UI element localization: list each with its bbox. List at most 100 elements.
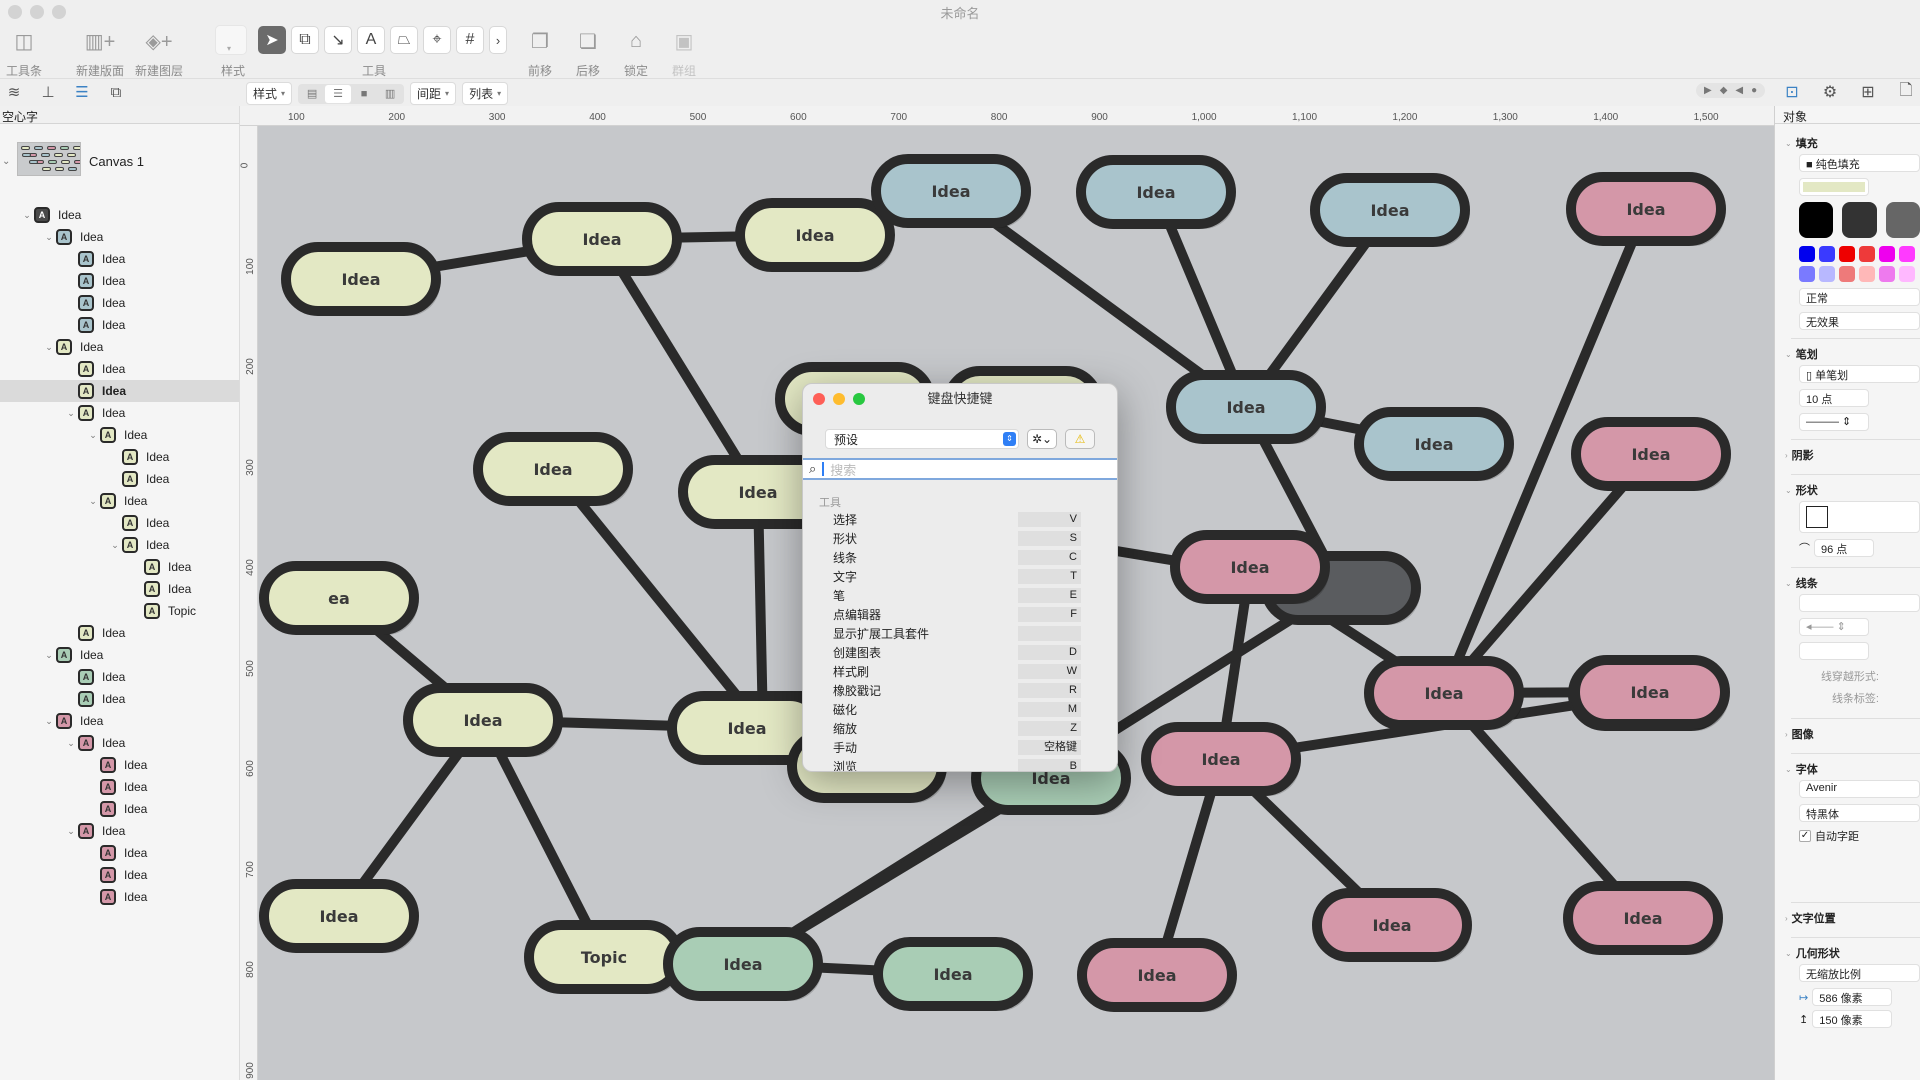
chevron-down-icon[interactable]: ⌄	[64, 408, 78, 419]
fill-section-header[interactable]: ⌄ 填充	[1775, 132, 1920, 154]
overview-tab-icon[interactable]: ⧉	[106, 82, 126, 102]
outline-item[interactable]: ⌄ A Idea	[0, 644, 239, 666]
blend-mode-select[interactable]: 正常	[1799, 288, 1920, 306]
shortcut-key-field[interactable]: Z	[1018, 721, 1081, 736]
shortcut-key-field[interactable]: W	[1018, 664, 1081, 679]
text-style-dropdown[interactable]: 样式 ▾	[246, 82, 293, 105]
outline-item[interactable]: ⌄ A Idea	[0, 820, 239, 842]
new-canvas-button[interactable]: ▥+ 新建版面	[76, 28, 124, 79]
outline-item[interactable]: ⌄ A Idea	[0, 402, 239, 424]
diamond-icon[interactable]: ◆	[1720, 85, 1728, 96]
outline-item[interactable]: ⌄ A Idea	[0, 204, 239, 226]
shortcut-key-field[interactable]: F	[1018, 607, 1081, 622]
properties-gear-icon[interactable]: ⚙	[1820, 82, 1840, 102]
mind-map-node[interactable]: Idea	[873, 937, 1033, 1011]
align-left-button[interactable]: ▤	[299, 85, 325, 103]
shortcut-key-field[interactable]: S	[1018, 531, 1081, 546]
bring-forward-button[interactable]: ❐ 前移	[528, 28, 552, 79]
color-swatch[interactable]	[1859, 266, 1875, 282]
outline-item[interactable]: A Idea	[0, 380, 239, 402]
mind-map-node[interactable]: Idea	[522, 202, 682, 276]
outline-item[interactable]: A Idea	[0, 776, 239, 798]
mind-map-node[interactable]: Idea	[1310, 173, 1470, 247]
chevron-down-icon[interactable]: ⌄	[2, 156, 10, 167]
outline-item[interactable]: A Idea	[0, 468, 239, 490]
shape-section-header[interactable]: ⌄ 形状	[1775, 479, 1920, 501]
line-type-select[interactable]	[1799, 594, 1920, 612]
fill-color-well[interactable]	[1799, 178, 1869, 196]
shortcut-key-field[interactable]: V	[1018, 512, 1081, 527]
mind-map-node[interactable]: Idea	[403, 683, 563, 757]
dialog-zoom-button[interactable]	[853, 393, 865, 405]
shortcut-key-field[interactable]: T	[1018, 569, 1081, 584]
group-button[interactable]: ▣ 群组	[672, 28, 696, 79]
mind-map-node[interactable]: Idea	[1570, 655, 1730, 729]
warning-button[interactable]: ⚠	[1065, 429, 1095, 449]
outline-item[interactable]: A Idea	[0, 292, 239, 314]
color-swatch[interactable]	[1879, 266, 1895, 282]
outline-tab-icon[interactable]: ☰	[72, 82, 92, 102]
shortcut-key-field[interactable]: D	[1018, 645, 1081, 660]
gear-menu-button[interactable]: ✲⌄	[1027, 429, 1057, 449]
chevron-down-icon[interactable]: ⌄	[64, 738, 78, 749]
outline-item[interactable]: ⌄ A Idea	[0, 710, 239, 732]
outline-item[interactable]: ⌄ A Idea	[0, 336, 239, 358]
shortcut-key-field[interactable]: R	[1018, 683, 1081, 698]
chevron-down-icon[interactable]: ⌄	[42, 232, 56, 243]
sidebar-toggle-button[interactable]: ◫ 工具条	[6, 28, 42, 79]
outline-item[interactable]: A Idea	[0, 864, 239, 886]
outline-item[interactable]: A Idea	[0, 842, 239, 864]
mind-map-node[interactable]: Idea	[1166, 370, 1326, 444]
list-dropdown[interactable]: 列表 ▾	[462, 82, 509, 105]
shortcut-key-field[interactable]	[1018, 626, 1081, 641]
align-center-button[interactable]: ☰	[325, 84, 352, 103]
record-icon[interactable]: ●	[1751, 85, 1757, 96]
shortcut-key-field[interactable]: M	[1018, 702, 1081, 717]
corner-radius-field[interactable]: 96 点	[1814, 539, 1874, 557]
chevron-down-icon[interactable]: ⌄	[86, 496, 100, 507]
outline-item[interactable]: A Topic	[0, 600, 239, 622]
fill-effect-select[interactable]: 无效果	[1799, 312, 1920, 330]
tool-shape-button[interactable]: ⧉	[291, 26, 319, 54]
outline-item[interactable]: A Idea	[0, 446, 239, 468]
outline-item[interactable]: A Idea	[0, 270, 239, 292]
outline-item[interactable]: A Idea	[0, 622, 239, 644]
lines-section-header[interactable]: ⌄ 线条	[1775, 572, 1920, 594]
text-position-section-header[interactable]: › 文字位置	[1775, 907, 1920, 929]
dialog-minimize-button[interactable]	[833, 393, 845, 405]
mind-map-node[interactable]: Idea	[1566, 172, 1726, 246]
chevron-down-icon[interactable]: ⌄	[108, 540, 122, 551]
shortcut-row[interactable]: 选择 V	[803, 510, 1117, 529]
outline-item[interactable]: A Idea	[0, 512, 239, 534]
tool-text-button[interactable]: A	[357, 26, 385, 54]
shortcut-row[interactable]: 创建图表 D	[803, 643, 1117, 662]
mind-map-node[interactable]: Idea	[1354, 407, 1514, 481]
line-width-field[interactable]	[1799, 642, 1869, 660]
mind-map-node[interactable]: Idea	[1076, 155, 1236, 229]
geometry-section-header[interactable]: ⌄ 几何形状	[1775, 942, 1920, 964]
outline-item[interactable]: ⌄ A Idea	[0, 490, 239, 512]
shortcut-row[interactable]: 笔E	[803, 586, 1117, 605]
outline-item[interactable]: A Idea	[0, 798, 239, 820]
shortcut-row[interactable]: 形状 S	[803, 529, 1117, 548]
lock-button[interactable]: ⌂ 锁定	[624, 28, 648, 79]
chevron-down-icon[interactable]: ⌄	[86, 430, 100, 441]
mind-map-node[interactable]: Idea	[735, 198, 895, 272]
tool-pen-button[interactable]: ⏢	[390, 26, 418, 54]
dialog-close-button[interactable]	[813, 393, 825, 405]
shortcut-row[interactable]: 点编辑器 F	[803, 605, 1117, 624]
outline-item[interactable]: A Idea	[0, 358, 239, 380]
color-swatch[interactable]	[1899, 246, 1915, 262]
shortcut-row[interactable]: 缩放 Z	[803, 719, 1117, 738]
shadow-section-header[interactable]: › 阴影	[1775, 444, 1920, 466]
layers-tab-icon[interactable]: ≋	[4, 82, 24, 102]
stroke-section-header[interactable]: ⌄ 笔划	[1775, 343, 1920, 365]
tool-point-editor-button[interactable]: ⌖	[423, 26, 451, 54]
color-swatch[interactable]	[1879, 246, 1895, 262]
color-swatch[interactable]	[1799, 202, 1834, 238]
shape-picker[interactable]	[1799, 501, 1920, 533]
outline-item[interactable]: ⌄ A Idea	[0, 424, 239, 446]
outline-item[interactable]: A Idea	[0, 578, 239, 600]
geometry-scale-select[interactable]: 无缩放比例	[1799, 964, 1920, 982]
spacing-dropdown[interactable]: 间距 ▾	[410, 82, 457, 105]
